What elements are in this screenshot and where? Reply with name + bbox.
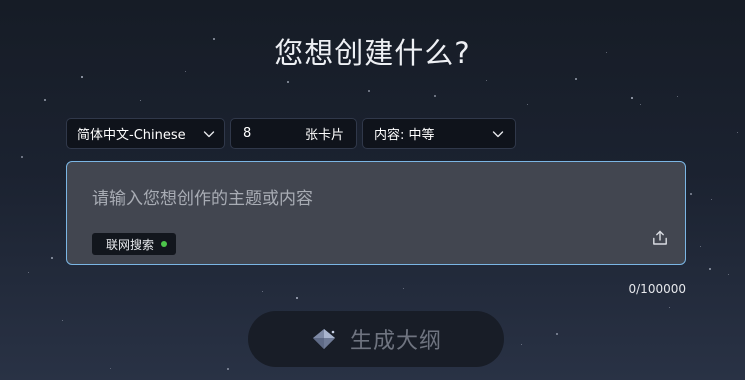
language-select-value: 简体中文-Chinese	[77, 128, 186, 143]
card-count-unit: 张卡片	[304, 128, 344, 143]
chevron-down-icon	[203, 130, 215, 137]
generate-outline-label: 生成大纲	[349, 329, 442, 354]
upload-icon	[653, 230, 667, 245]
character-counter: 0/100000	[628, 282, 687, 296]
page-title: 您想创建什么?	[274, 36, 471, 70]
gem-icon	[310, 327, 338, 351]
status-dot	[161, 241, 168, 247]
chevron-down-icon	[492, 130, 504, 137]
web-search-label: 联网搜索	[106, 237, 155, 252]
card-count-value: 8	[243, 126, 252, 141]
content-level-value: 内容: 中等	[374, 128, 435, 143]
card-count-input[interactable]: 8 张卡片	[230, 118, 357, 149]
web-search-toggle[interactable]: 联网搜索	[92, 233, 177, 255]
upload-button[interactable]	[651, 229, 669, 247]
language-select[interactable]: 简体中文-Chinese	[66, 118, 225, 149]
content-level-select[interactable]: 内容: 中等	[362, 118, 516, 149]
generate-outline-button[interactable]: 生成大纲	[248, 311, 504, 367]
prompt-input[interactable]	[92, 187, 632, 211]
prompt-box: 联网搜索	[66, 161, 686, 265]
